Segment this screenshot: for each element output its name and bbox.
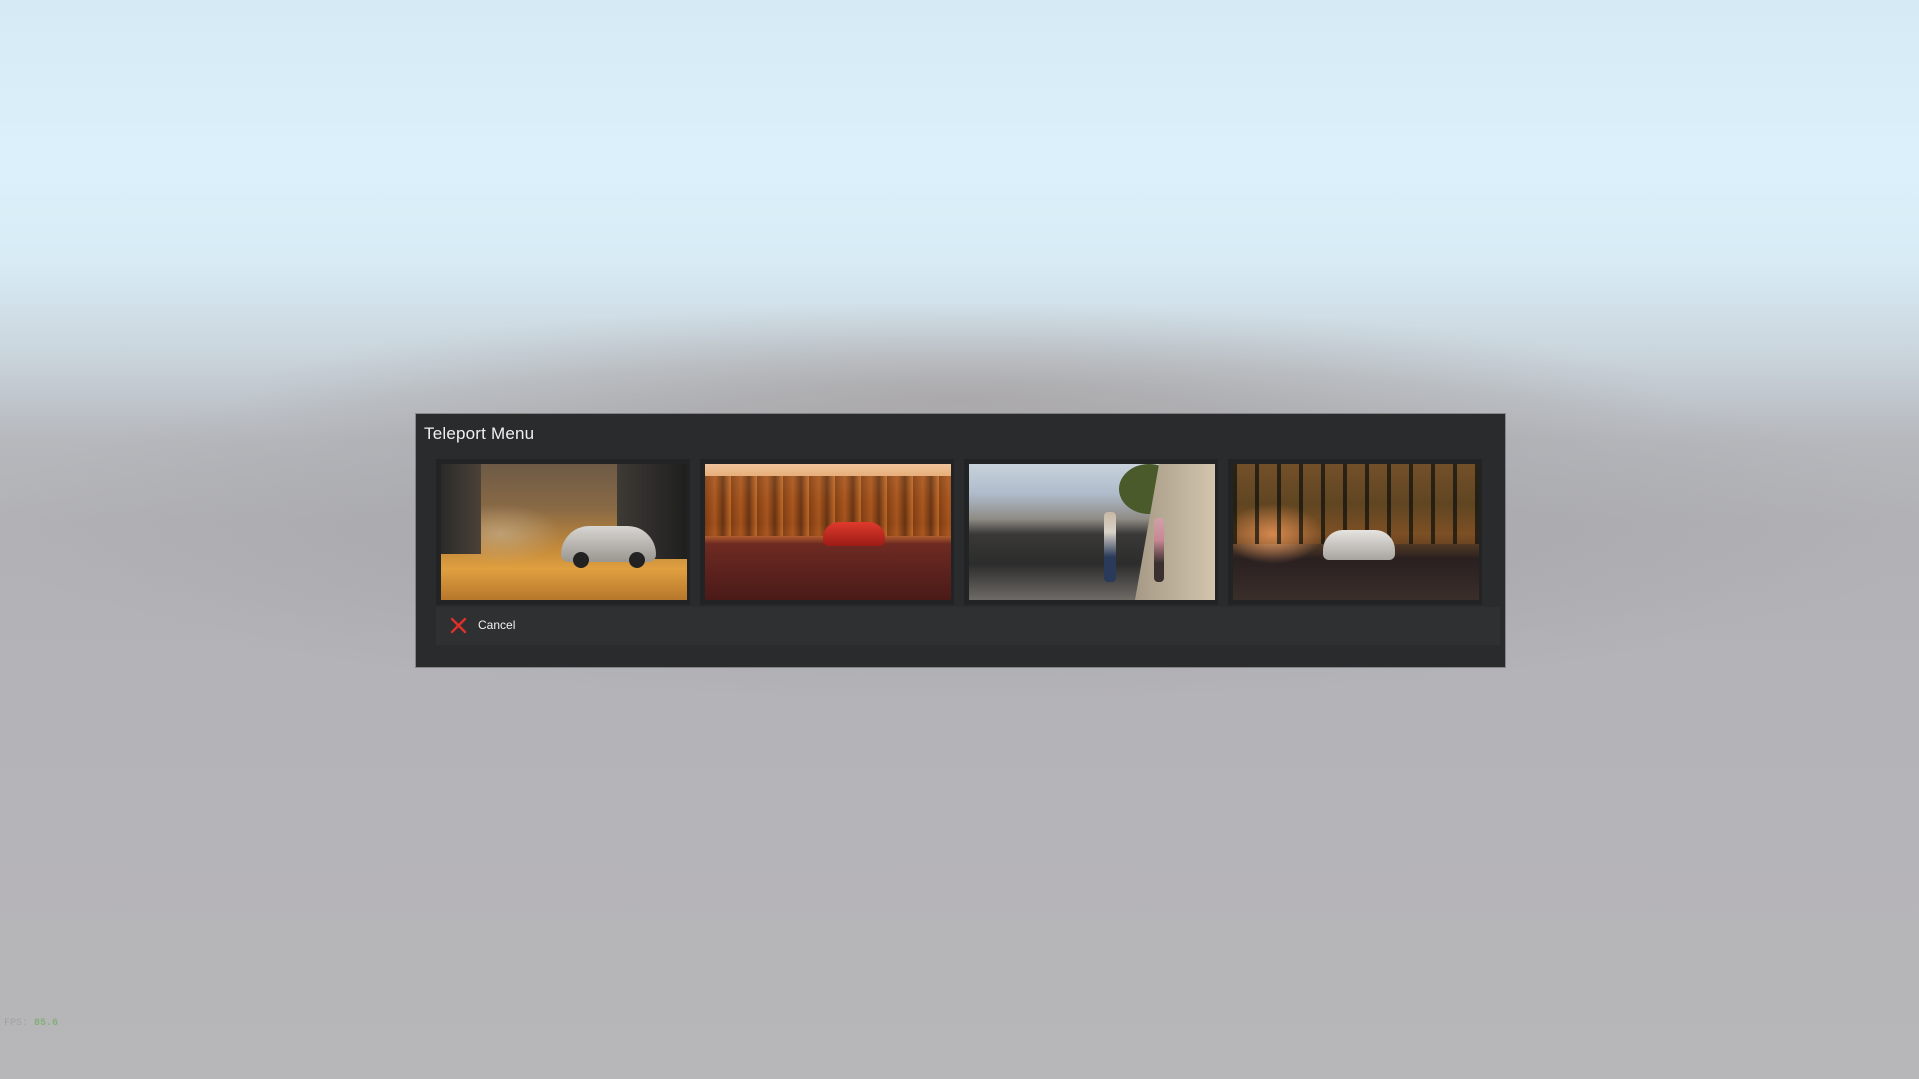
panel-title: Teleport Menu [424,424,535,443]
teleport-location-2[interactable] [700,459,954,605]
wheel-shape [573,552,589,568]
teleport-location-4[interactable] [1228,459,1482,605]
pedestrian-shape [1154,518,1164,582]
fps-value: 85.6 [34,1018,59,1029]
pedestrian-shape [1104,512,1116,582]
location-thumbnail-image [441,464,687,600]
car-shape [1323,530,1395,560]
debug-overlay: FPS: 85.6 [4,1015,84,1075]
building-shape [441,464,481,554]
teleport-menu-panel: Teleport Menu Cancel [416,414,1505,667]
wheel-shape [629,552,645,568]
location-thumbnail-image [969,464,1215,600]
location-thumbnail-image [1233,464,1479,600]
game-scene-background: Teleport Menu Cancel FPS: 85.6 [0,0,1919,1079]
location-thumbnail-row [436,459,1500,615]
cancel-label: Cancel [478,618,516,632]
teleport-location-3[interactable] [964,459,1218,605]
car-shape [823,522,885,546]
cancel-button[interactable]: Cancel [436,607,1500,645]
fps-readout: FPS: 85.6 [4,1015,84,1033]
fps-label: FPS: [4,1018,29,1029]
close-icon [450,617,467,634]
location-thumbnail-image [705,464,951,600]
teleport-location-1[interactable] [436,459,690,605]
